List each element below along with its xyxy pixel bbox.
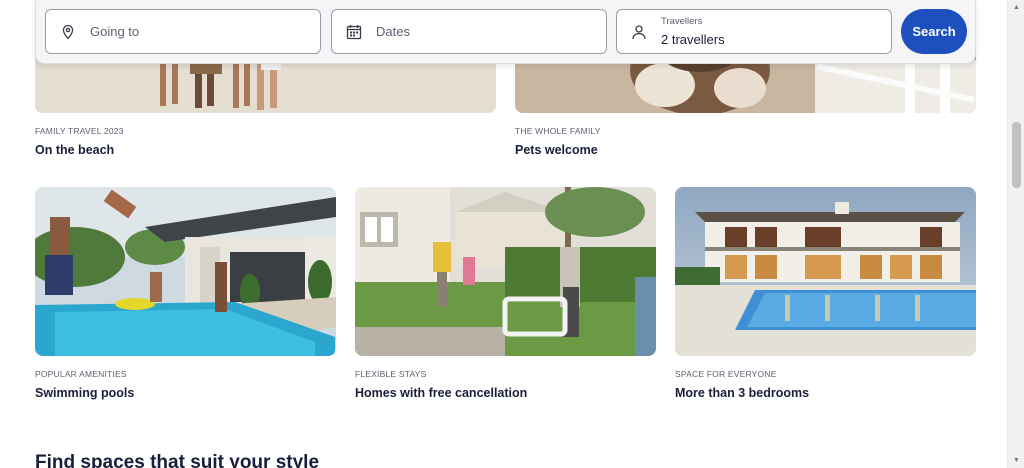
- travellers-text: Travellers 2 travellers: [661, 16, 725, 47]
- page-scrollbar[interactable]: ▲ ▼: [1007, 0, 1024, 468]
- card-swimming-pools[interactable]: POPULAR AMENITIES Swimming pools: [35, 187, 336, 400]
- card-eyebrow: FAMILY TRAVEL 2023: [35, 126, 124, 136]
- travellers-value: 2 travellers: [661, 32, 725, 47]
- backyard-image: [355, 187, 656, 356]
- going-to-placeholder: Going to: [90, 24, 140, 39]
- location-pin-icon: [60, 24, 76, 40]
- card-eyebrow: THE WHOLE FAMILY: [515, 126, 601, 136]
- card-title: More than 3 bedrooms: [675, 386, 810, 400]
- card-title: Homes with free cancellation: [355, 386, 528, 400]
- calendar-icon: [346, 24, 362, 40]
- dates-placeholder: Dates: [376, 24, 410, 39]
- page: FAMILY TRAVEL 2023 On the beach THE WHOL…: [0, 0, 1024, 468]
- card-title: Pets welcome: [515, 143, 598, 157]
- dates-field[interactable]: Dates: [331, 9, 607, 54]
- card-free-cancellation[interactable]: FLEXIBLE STAYS Homes with free cancellat…: [355, 187, 656, 400]
- travellers-field[interactable]: Travellers 2 travellers: [616, 9, 892, 54]
- going-to-field[interactable]: Going to: [45, 9, 321, 54]
- card-eyebrow: POPULAR AMENITIES: [35, 369, 127, 379]
- pool-image: [35, 187, 336, 356]
- search-button[interactable]: Search: [901, 9, 967, 54]
- card-title: On the beach: [35, 143, 115, 157]
- villa-image: [675, 187, 976, 356]
- card-eyebrow: FLEXIBLE STAYS: [355, 369, 427, 379]
- scroll-up-icon[interactable]: ▲: [1012, 3, 1021, 12]
- card-more-than-3-bedrooms[interactable]: SPACE FOR EVERYONE More than 3 bedrooms: [675, 187, 976, 400]
- scroll-down-icon[interactable]: ▼: [1012, 456, 1021, 465]
- search-bar: Going to Dates Travellers 2 travellers S…: [35, 0, 976, 64]
- scroll-thumb[interactable]: [1012, 122, 1021, 188]
- person-icon: [631, 24, 647, 40]
- card-eyebrow: SPACE FOR EVERYONE: [675, 369, 777, 379]
- section-title: Find spaces that suit your style: [35, 452, 320, 468]
- travellers-label: Travellers: [661, 16, 703, 27]
- card-title: Swimming pools: [35, 386, 135, 400]
